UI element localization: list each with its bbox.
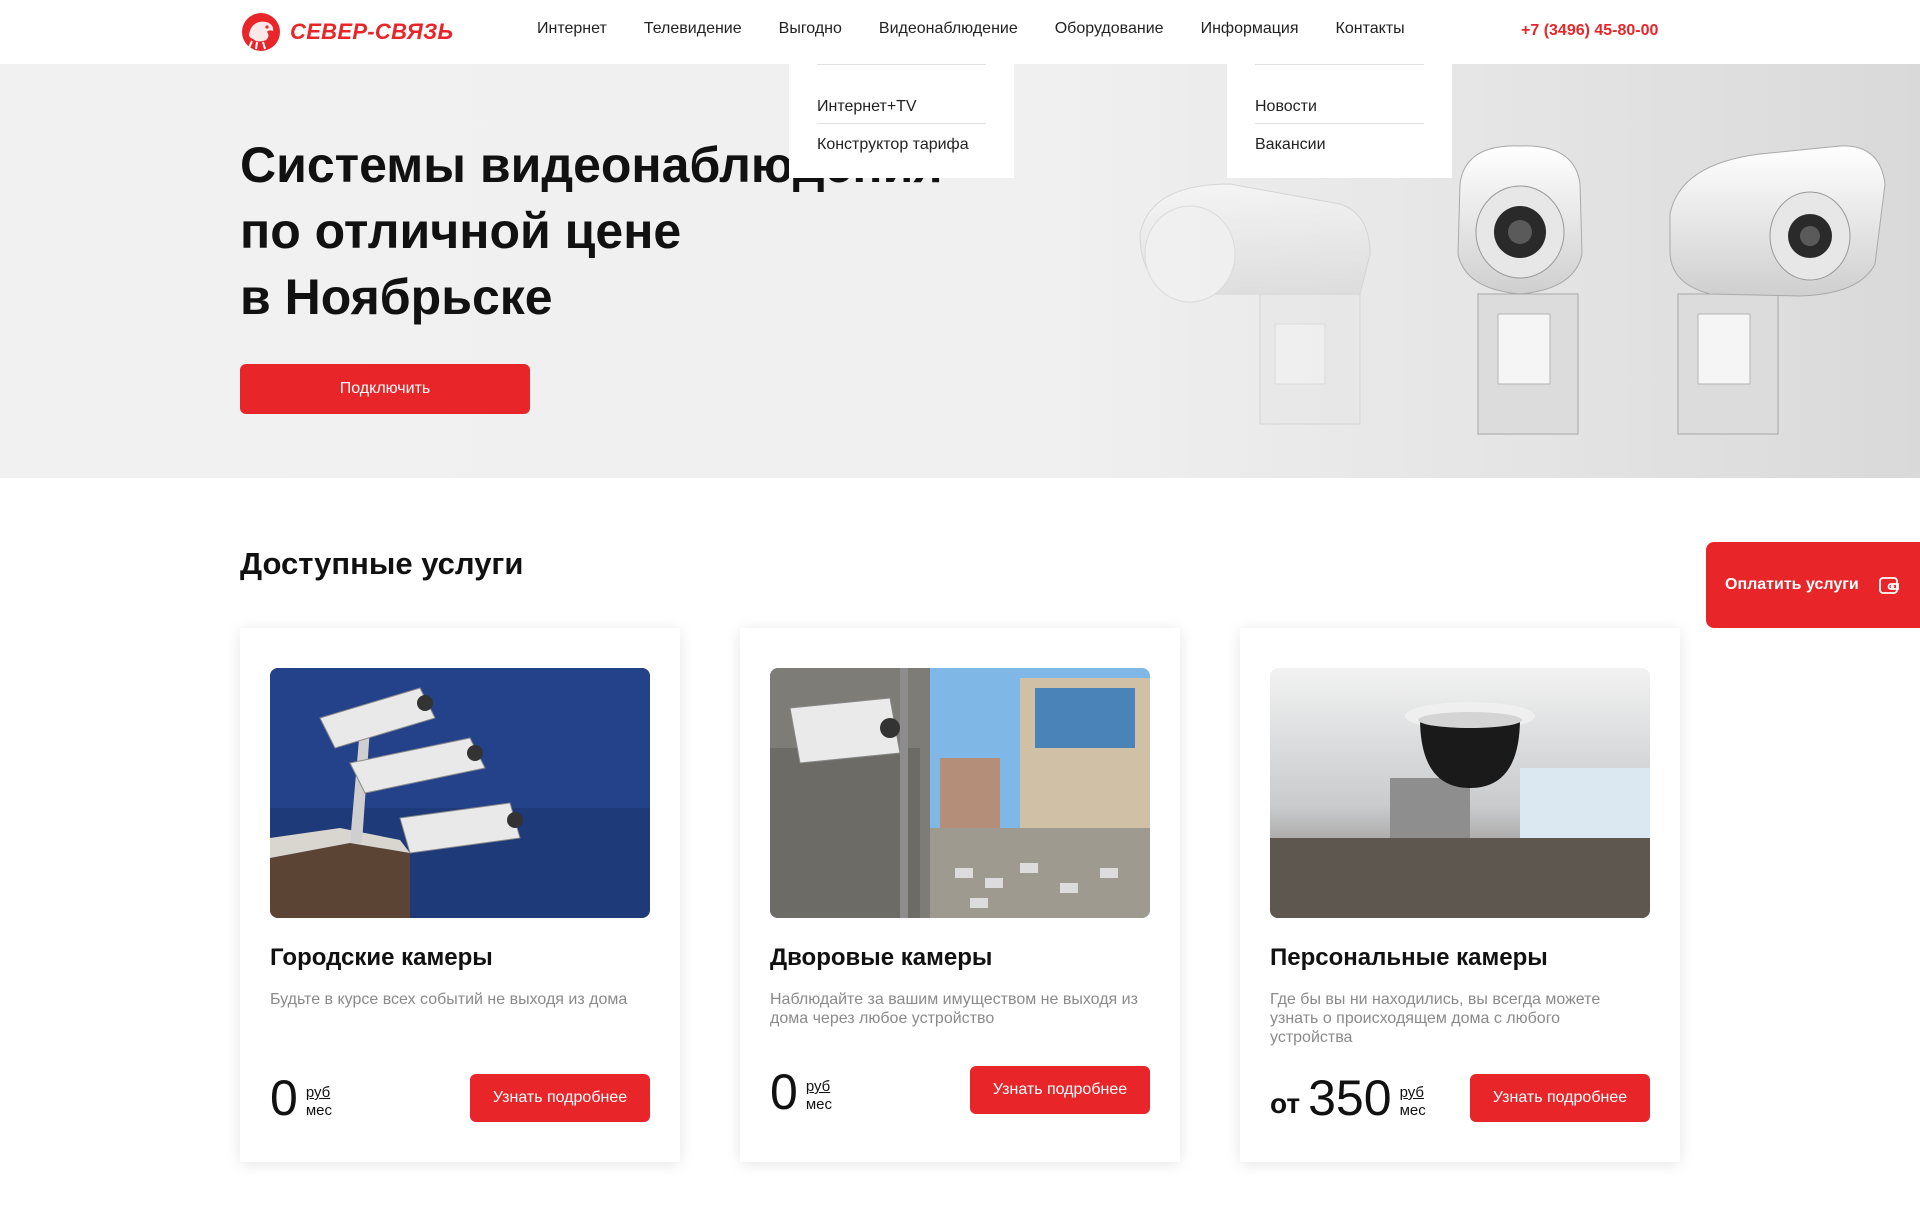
price-period: мес xyxy=(1399,1102,1426,1119)
price-unit: руб мес xyxy=(806,1078,832,1118)
price-unit: руб мес xyxy=(306,1084,332,1124)
connect-button[interactable]: Подключить xyxy=(240,364,530,414)
site-header: СЕВЕР-СВЯЗЬ Интернет Телевидение Выгодно… xyxy=(0,0,1920,64)
city-cameras-image xyxy=(270,668,650,918)
price-currency: руб xyxy=(305,1084,331,1101)
price-period: мес xyxy=(305,1102,332,1119)
dropdown-item-vacancies[interactable]: Вакансии xyxy=(1255,124,1424,166)
card-description: Где бы вы ни находились, вы всегда может… xyxy=(1270,991,1601,1046)
nav-item-kontakty[interactable]: Контакты xyxy=(1336,20,1405,38)
dropdown-item-news[interactable]: Новости xyxy=(1255,91,1424,123)
service-card-yard: Дворовые камеры Наблюдайте за вашим имущ… xyxy=(740,628,1180,1162)
card-title: Городские камеры xyxy=(270,944,493,971)
wallet-icon xyxy=(1878,577,1899,594)
price-prefix: от xyxy=(1270,1088,1301,1119)
dropdown-item-tariff-constructor[interactable]: Конструктор тарифа xyxy=(817,124,986,166)
hero-cameras-image xyxy=(1139,145,1886,435)
card-title: Дворовые камеры xyxy=(770,944,993,971)
nav-item-tv[interactable]: Телевидение xyxy=(644,20,742,38)
logo[interactable]: СЕВЕР-СВЯЗЬ xyxy=(240,11,453,53)
learn-more-button[interactable]: Узнать подробнее xyxy=(470,1074,650,1122)
service-card-personal: Персональные камеры Где бы вы ни находил… xyxy=(1240,628,1680,1162)
price-value: 0 xyxy=(770,1064,798,1120)
nav-item-videonablyudenie[interactable]: Видеонаблюдение xyxy=(879,20,1018,38)
price-unit: руб мес xyxy=(1400,1084,1426,1124)
services-title: Доступные услуги xyxy=(240,546,524,581)
price: 0 руб мес xyxy=(270,1072,332,1124)
price-value: 0 xyxy=(270,1070,298,1126)
price-period: мес xyxy=(805,1096,832,1113)
bear-logo-icon xyxy=(242,13,280,51)
pay-services-label: Оплатить услуги xyxy=(1725,576,1859,593)
price: от 350 руб мес xyxy=(1270,1072,1426,1124)
nav-item-internet[interactable]: Интернет xyxy=(537,20,607,38)
hero-title-line: в Ноябрьске xyxy=(240,269,553,325)
personal-cameras-image xyxy=(1270,668,1650,918)
phone-link[interactable]: +7 (3496) 45-80-00 xyxy=(1521,22,1658,40)
logo-text: СЕВЕР-СВЯЗЬ xyxy=(290,19,454,44)
price: 0 руб мес xyxy=(770,1066,832,1118)
learn-more-button[interactable]: Узнать подробнее xyxy=(1470,1074,1650,1122)
dropdown-informaciya: Новости Вакансии xyxy=(1227,64,1452,178)
service-card-city: Городские камеры Будьте в курсе всех соб… xyxy=(240,628,680,1162)
card-description: Будьте в курсе всех событий не выходя из… xyxy=(270,991,628,1008)
price-value: 350 xyxy=(1308,1070,1392,1126)
dropdown-vygodno: Интернет+TV Конструктор тарифа xyxy=(789,64,1014,178)
hero-title-line: по отличной цене xyxy=(240,203,682,259)
dropdown-item-internet-tv[interactable]: Интернет+TV xyxy=(817,91,986,123)
main-nav: Интернет Телевидение Выгодно Видеонаблюд… xyxy=(537,20,1442,38)
card-title: Персональные камеры xyxy=(1270,944,1548,971)
price-currency: руб xyxy=(1399,1084,1424,1101)
nav-item-vygodno[interactable]: Выгодно xyxy=(779,20,842,38)
yard-cameras-image xyxy=(770,668,1150,918)
price-currency: руб xyxy=(805,1078,831,1095)
learn-more-button[interactable]: Узнать подробнее xyxy=(970,1066,1150,1114)
nav-item-informaciya[interactable]: Информация xyxy=(1201,20,1299,38)
card-description: Наблюдайте за вашим имуществом не выходя… xyxy=(770,991,1138,1027)
pay-services-button[interactable]: Оплатить услуги xyxy=(1706,542,1920,628)
nav-item-oborudovanie[interactable]: Оборудование xyxy=(1055,20,1164,38)
